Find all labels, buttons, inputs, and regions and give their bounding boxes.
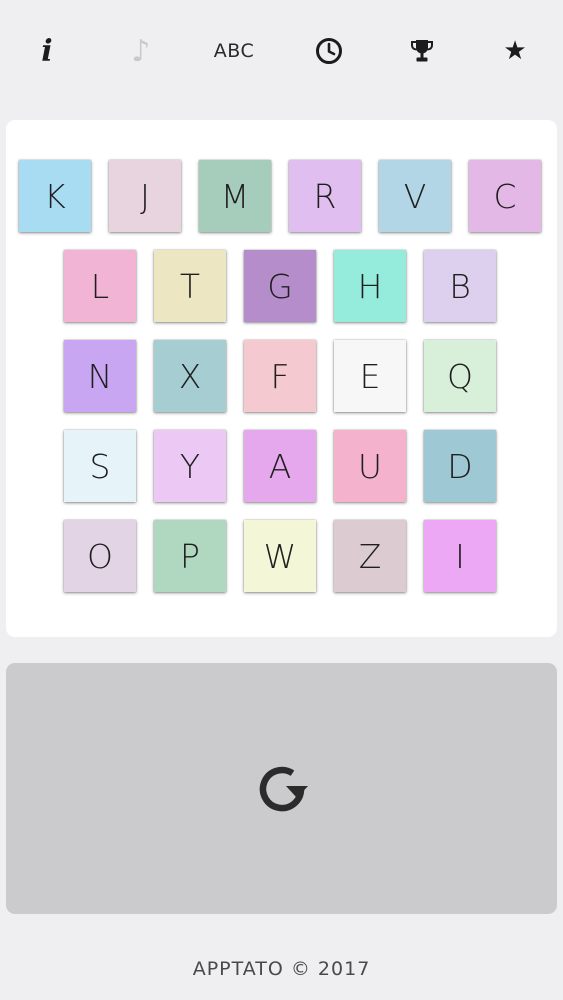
letter-tile[interactable]: V	[379, 160, 451, 232]
letter-tile[interactable]: O	[64, 520, 136, 592]
copyright-footer: APPTATO © 2017	[192, 958, 371, 980]
abc-mode-button[interactable]: ABC	[206, 26, 262, 76]
tile-letter: U	[357, 446, 383, 486]
tile-letter: K	[44, 176, 66, 216]
tile-letter: F	[270, 356, 290, 396]
letter-tile[interactable]: B	[424, 250, 496, 322]
tile-letter: D	[447, 446, 473, 486]
letter-board: K J M R V C L T G H B N X F E Q S Y A U D O P W Z I	[6, 120, 557, 637]
letter-tile[interactable]: X	[154, 340, 226, 412]
letter-tile[interactable]: L	[64, 250, 136, 322]
tile-letter: I	[455, 536, 465, 576]
star-icon: ★	[503, 36, 527, 66]
tile-letter: X	[178, 356, 202, 396]
info-icon: i	[41, 33, 53, 69]
favorites-button[interactable]: ★	[490, 26, 540, 76]
letter-tile[interactable]: Q	[424, 340, 496, 412]
letter-tile[interactable]: E	[334, 340, 406, 412]
tile-letter: E	[359, 356, 381, 396]
tile-letter: H	[357, 266, 383, 306]
tile-letter: Y	[179, 446, 201, 486]
tile-letter: M	[220, 176, 250, 216]
letter-tile[interactable]: H	[334, 250, 406, 322]
letter-tile[interactable]: Z	[334, 520, 406, 592]
abc-label: ABC	[213, 40, 255, 62]
letter-tile[interactable]: Y	[154, 430, 226, 502]
tile-letter: W	[263, 536, 297, 576]
letter-tile[interactable]: J	[109, 160, 181, 232]
music-note-icon: ♪	[131, 33, 151, 69]
tile-letter: O	[87, 536, 113, 576]
letter-tile[interactable]: F	[244, 340, 316, 412]
tile-letter: Z	[358, 536, 382, 576]
tile-letter: C	[493, 176, 517, 216]
tile-letter: P	[180, 536, 200, 576]
tile-letter: Q	[447, 356, 473, 396]
tile-letter: J	[140, 176, 150, 216]
letter-tile[interactable]: M	[199, 160, 271, 232]
trophy-icon	[411, 40, 433, 62]
clock-icon	[316, 38, 342, 64]
letter-tile[interactable]: I	[424, 520, 496, 592]
tile-letter: R	[313, 176, 337, 216]
music-toggle-button[interactable]: ♪	[116, 26, 166, 76]
letter-tile[interactable]: C	[469, 160, 541, 232]
letter-tile[interactable]: U	[334, 430, 406, 502]
tile-letter: T	[179, 266, 201, 306]
reset-button[interactable]	[6, 663, 557, 914]
tile-letter: N	[87, 356, 113, 396]
refresh-icon	[259, 766, 308, 811]
leaderboard-button[interactable]	[397, 26, 447, 76]
tile-letter: L	[90, 266, 110, 306]
top-toolbar: i ♪ ABC ★	[0, 0, 563, 100]
timer-button[interactable]	[304, 26, 354, 76]
tile-letter: A	[268, 446, 292, 486]
letter-tile[interactable]: S	[64, 430, 136, 502]
info-button[interactable]: i	[22, 26, 72, 76]
letter-tile[interactable]: D	[424, 430, 496, 502]
letter-tile[interactable]: T	[154, 250, 226, 322]
letter-tile[interactable]: P	[154, 520, 226, 592]
tile-letter: V	[403, 176, 427, 216]
letter-tile[interactable]: A	[244, 430, 316, 502]
tile-letter: B	[449, 266, 471, 306]
letter-tile[interactable]: K	[19, 160, 91, 232]
letter-tile[interactable]: W	[244, 520, 316, 592]
tile-letter: G	[267, 266, 293, 306]
tile-letter: S	[89, 446, 111, 486]
letter-tile[interactable]: G	[244, 250, 316, 322]
letter-tile[interactable]: R	[289, 160, 361, 232]
letter-tile[interactable]: N	[64, 340, 136, 412]
